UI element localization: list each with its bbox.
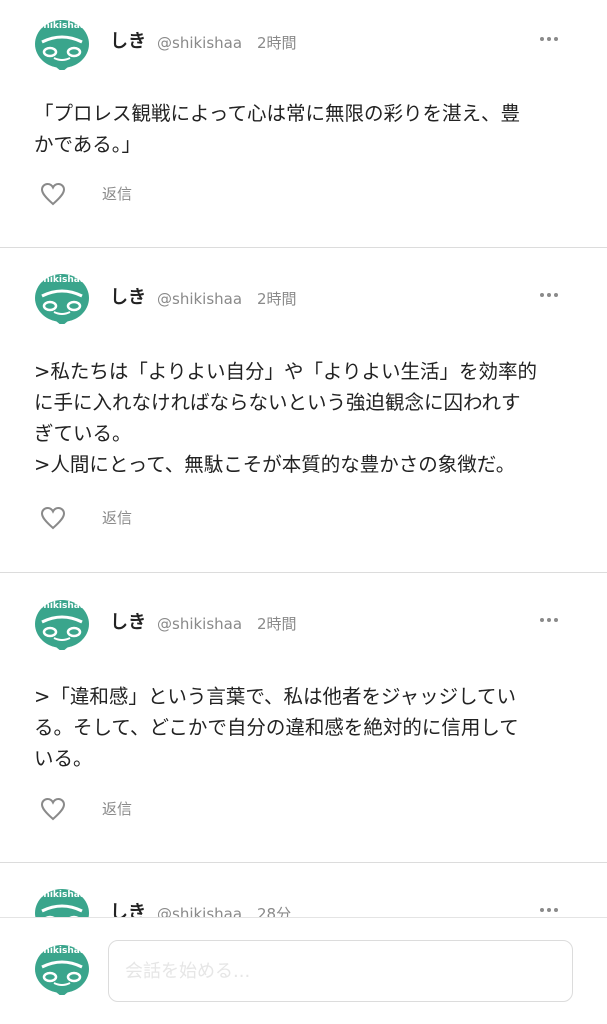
avatar[interactable]: shikishaa [34, 594, 90, 650]
reply-button[interactable]: 返信 [102, 799, 132, 819]
compose-input[interactable]: 会話を始める... [108, 940, 573, 1002]
post-timestamp[interactable]: 2時間 [257, 612, 297, 636]
post-author-handle[interactable]: @shikishaa [157, 612, 242, 636]
heart-icon[interactable] [40, 506, 66, 530]
more-options-icon[interactable] [538, 34, 560, 44]
avatar-logo: shikishaa [35, 600, 89, 650]
post-author-name[interactable]: しき [110, 901, 146, 917]
avatar-logo: shikishaa [35, 274, 89, 324]
reply-button[interactable]: 返信 [102, 184, 132, 204]
post: shikishaa しき @shikishaa 28分 [0, 863, 607, 917]
post-author-handle[interactable]: @shikishaa [157, 31, 242, 55]
compose-placeholder: 会話を始める... [125, 961, 251, 982]
avatar-logo: shikishaa [35, 889, 89, 917]
svg-text:shikishaa: shikishaa [38, 946, 86, 956]
more-options-icon[interactable] [538, 905, 560, 915]
post-author-handle[interactable]: @shikishaa [157, 902, 242, 917]
post: shikishaa しき @shikishaa 2時間 >私たちは「よりよい自分… [0, 248, 607, 572]
avatar-logo: shikishaa [35, 945, 89, 995]
svg-text:shikishaa: shikishaa [38, 275, 86, 285]
post: shikishaa しき @shikishaa 2時間 >「違和感」という言葉で… [0, 573, 607, 862]
post: shikishaa しき @shikishaa 2時間 「プロレス観戦によって心… [0, 0, 607, 247]
post-author-name[interactable]: しき [110, 30, 146, 54]
post-author-name[interactable]: しき [110, 286, 146, 310]
svg-text:shikishaa: shikishaa [38, 21, 86, 31]
svg-text:shikishaa: shikishaa [38, 601, 86, 611]
reply-button[interactable]: 返信 [102, 508, 132, 528]
post-body: 「プロレス観戦によって心は常に無限の彩りを湛え、豊 かである。」 [34, 102, 520, 156]
post-timestamp[interactable]: 28分 [257, 902, 291, 917]
more-options-icon[interactable] [538, 290, 560, 300]
post-author-handle[interactable]: @shikishaa [157, 287, 242, 311]
post-timestamp[interactable]: 2時間 [257, 31, 297, 55]
heart-icon[interactable] [40, 182, 66, 206]
post-body: >「違和感」という言葉で、私は他者をジャッジしてい る。そして、どこかで自分の違… [34, 685, 519, 770]
more-options-icon[interactable] [538, 615, 560, 625]
avatar[interactable]: shikishaa [34, 268, 90, 324]
post-author-name[interactable]: しき [110, 611, 146, 635]
avatar[interactable]: shikishaa [34, 883, 90, 917]
post-body: >私たちは「よりよい自分」や「よりよい生活」を効率的 に手に入れなければならない… [34, 360, 538, 476]
post-timestamp[interactable]: 2時間 [257, 287, 297, 311]
timeline-feed: shikishaa しき @shikishaa 2時間 「プロレス観戦によって心… [0, 0, 607, 917]
heart-icon[interactable] [40, 797, 66, 821]
composer-bar: shikishaa 会話を始める... [0, 917, 607, 1024]
svg-text:shikishaa: shikishaa [38, 890, 86, 900]
avatar[interactable]: shikishaa [34, 14, 90, 70]
composer-avatar: shikishaa [34, 939, 90, 995]
avatar-logo: shikishaa [35, 20, 89, 70]
